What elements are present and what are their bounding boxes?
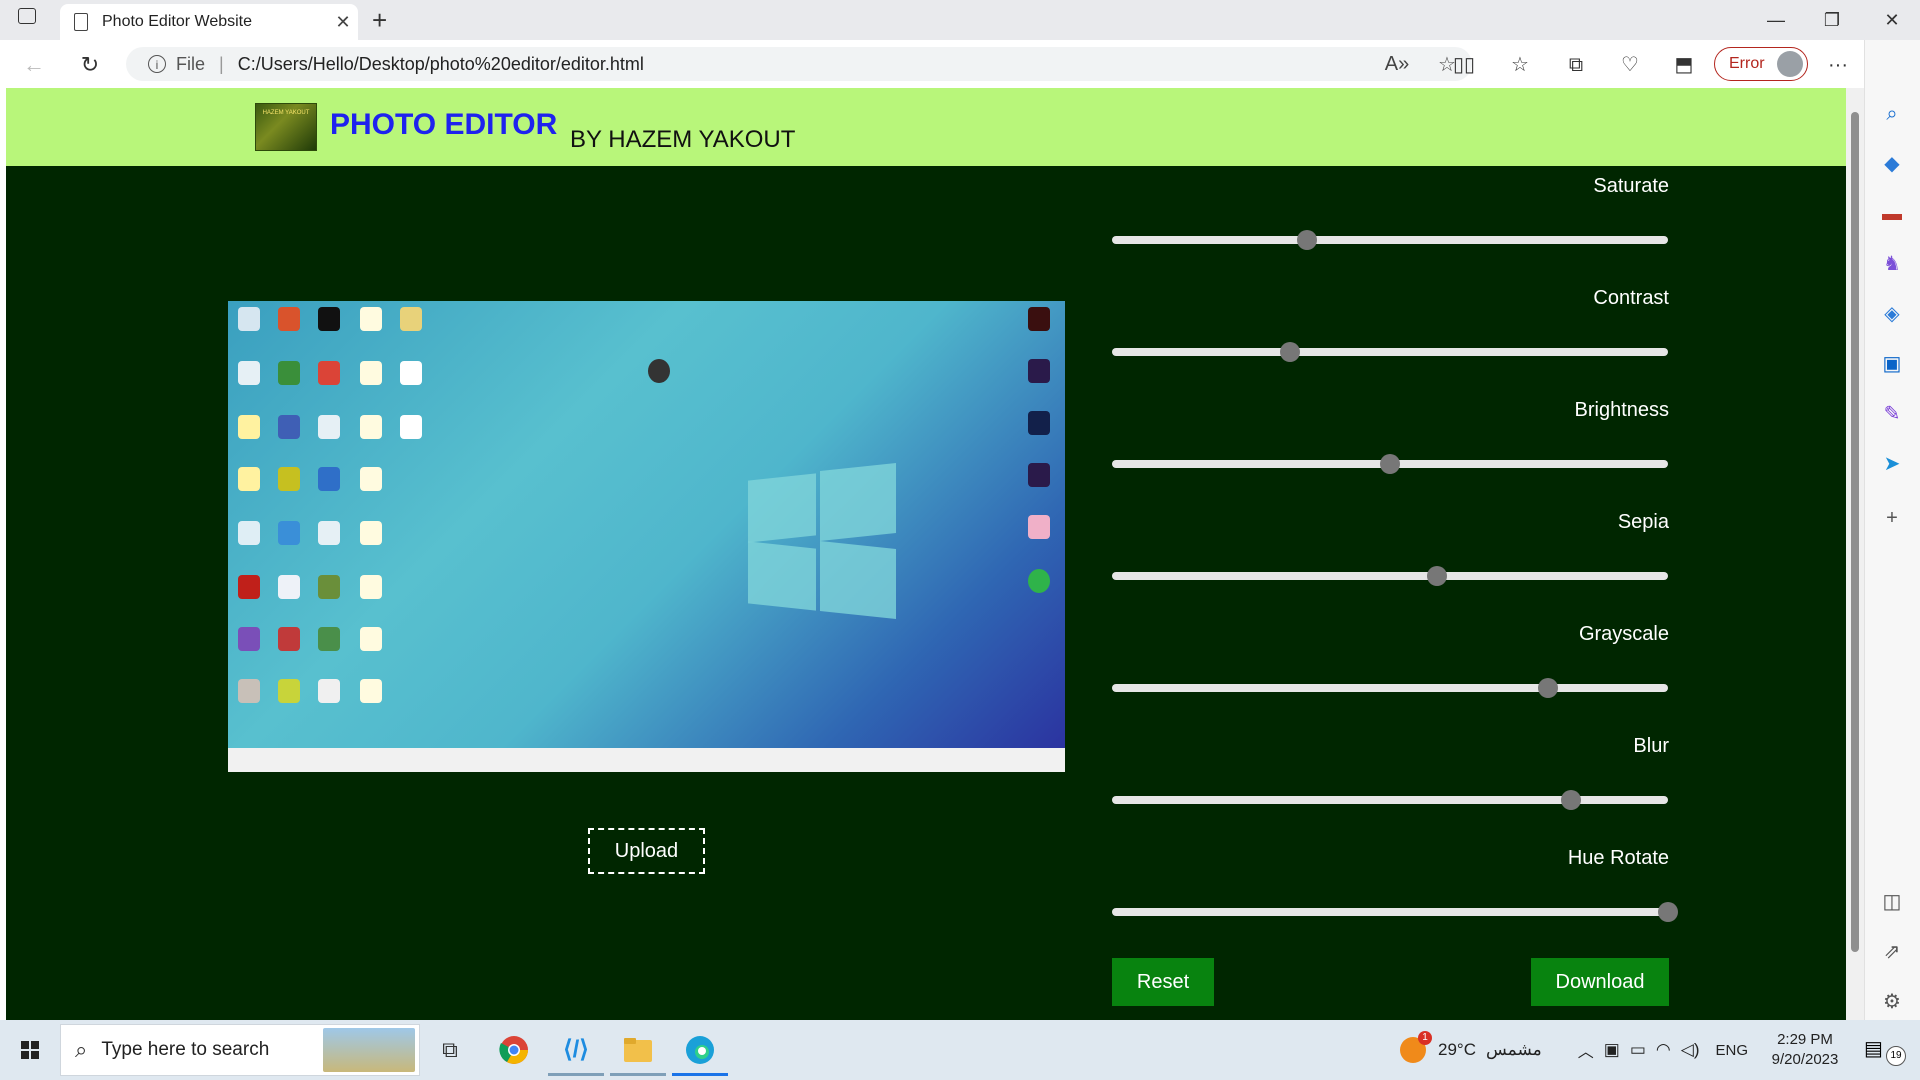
designer-icon[interactable]: ✎ — [1876, 398, 1908, 430]
address-bar[interactable]: i File | C:/Users/Hello/Desktop/photo%20… — [126, 47, 1472, 81]
page-scrollbar[interactable] — [1846, 88, 1864, 1020]
clock-time: 2:29 PM — [1777, 1031, 1833, 1048]
wifi-icon[interactable]: ◠ — [1656, 1040, 1671, 1060]
byline: BY HAZEM YAKOUT — [570, 126, 796, 153]
more-menu-icon[interactable]: ··· — [1820, 49, 1856, 81]
filter-slider-thumb[interactable] — [1380, 454, 1400, 474]
filter-slider-track[interactable] — [1112, 454, 1668, 474]
filter-label: Contrast — [1593, 287, 1669, 309]
edge-icon[interactable] — [672, 1030, 728, 1076]
filter-slider-track[interactable] — [1112, 566, 1668, 586]
close-window-icon[interactable]: ✕ — [1864, 2, 1920, 38]
add-icon[interactable]: + — [1876, 502, 1908, 534]
refresh-button[interactable]: ↻ — [74, 49, 106, 81]
reset-button[interactable]: Reset — [1112, 958, 1214, 1006]
weather-badge: 1 — [1418, 1031, 1432, 1045]
download-button[interactable]: Download — [1531, 958, 1669, 1006]
filter-slider-thumb[interactable] — [1279, 342, 1300, 362]
minimize-icon[interactable]: — — [1748, 2, 1804, 38]
battery-icon[interactable]: ▭ — [1630, 1040, 1646, 1060]
url-separator: | — [219, 53, 224, 74]
settings-gear-icon[interactable]: ⚙ — [1876, 986, 1908, 1018]
language-indicator[interactable]: ENG — [1716, 1042, 1749, 1059]
split-screen-icon[interactable]: ▯▯ — [1446, 49, 1482, 81]
clock[interactable]: 2:29 PM 9/20/2023 — [1760, 1030, 1850, 1070]
file-label: File — [176, 53, 206, 74]
tab-actions-icon[interactable] — [18, 8, 36, 24]
notifications-icon[interactable]: ▤ 19 — [1864, 1036, 1908, 1066]
chrome-icon[interactable] — [494, 1030, 534, 1070]
profile-status: Error — [1729, 55, 1765, 72]
filter-label: Grayscale — [1578, 623, 1669, 645]
new-tab-button[interactable]: + — [372, 4, 387, 36]
page-title: PHOTO EDITOR — [330, 108, 558, 141]
filter-slider-thumb[interactable] — [1658, 902, 1678, 922]
tab-title: Photo Editor Website — [102, 13, 253, 30]
taskbar-search[interactable]: ⌕ Type here to search — [60, 1024, 420, 1076]
notification-count: 19 — [1886, 1046, 1906, 1066]
filter-label: Hue Rotate — [1567, 847, 1669, 869]
filter-slider-track[interactable] — [1112, 902, 1678, 922]
open-external-icon[interactable]: ⇗ — [1876, 936, 1908, 968]
close-tab-icon[interactable]: ✕ — [328, 12, 358, 33]
filter-label: Blur — [1633, 735, 1669, 757]
scrollbar-thumb[interactable] — [1851, 112, 1859, 952]
search-placeholder: Type here to search — [101, 1039, 270, 1060]
restore-icon[interactable]: ❐ — [1804, 2, 1860, 38]
weather-icon[interactable]: 1 — [1400, 1031, 1432, 1063]
collections-icon[interactable]: ⧉ — [1558, 49, 1594, 81]
performance-icon[interactable]: ♡ — [1612, 49, 1648, 81]
read-aloud-icon[interactable]: A» — [1372, 53, 1422, 76]
filter-slider-track[interactable] — [1112, 230, 1668, 250]
search-highlight-image — [323, 1028, 415, 1072]
weather-text: مشمس — [1485, 1040, 1542, 1059]
search-icon[interactable]: ⌕ — [1876, 98, 1908, 130]
games-icon[interactable]: ♞ — [1876, 248, 1908, 280]
profile-error-button[interactable]: Error — [1714, 47, 1808, 81]
send-icon[interactable]: ➤ — [1876, 448, 1908, 480]
file-explorer-icon[interactable] — [610, 1030, 666, 1076]
task-view-icon[interactable]: ⧉ — [430, 1030, 470, 1070]
back-button[interactable]: ← — [18, 49, 50, 81]
clock-date: 9/20/2023 — [1771, 1051, 1839, 1068]
page-icon — [74, 13, 88, 31]
filter-slider-thumb[interactable] — [1560, 790, 1581, 810]
filter-slider-track[interactable] — [1112, 790, 1668, 810]
windows-start-icon[interactable] — [12, 1032, 48, 1068]
system-tray: 1 29°C مشمس ︿ ▣ ▭ ◠ ◁) ENG — [1400, 1020, 1748, 1080]
shopping-icon[interactable]: ◆ — [1876, 148, 1908, 180]
search-icon: ⌕ — [75, 1037, 88, 1062]
avatar — [1777, 51, 1803, 77]
microsoft-365-icon[interactable]: ◈ — [1876, 298, 1908, 330]
filter-slider-track[interactable] — [1112, 342, 1668, 362]
info-icon[interactable]: i — [148, 55, 166, 73]
chevron-up-icon[interactable]: ︿ — [1578, 1038, 1594, 1062]
upload-button[interactable]: Upload — [588, 828, 705, 874]
url-text[interactable]: C:/Users/Hello/Desktop/photo%20editor/ed… — [238, 54, 1372, 75]
logo: HAZEM YAKOUT — [255, 103, 317, 151]
sidebar-panel-icon[interactable]: ◫ — [1876, 886, 1908, 918]
vscode-icon[interactable]: ⟨/⟩ — [548, 1030, 604, 1076]
filter-label: Sepia — [1617, 511, 1669, 533]
temperature: 29°C — [1438, 1040, 1476, 1059]
filter-slider-thumb[interactable] — [1296, 230, 1317, 250]
photo-preview — [228, 301, 1065, 772]
filter-label: Saturate — [1593, 175, 1669, 197]
tools-icon[interactable]: ▬ — [1876, 198, 1908, 230]
favorites-icon[interactable]: ☆ — [1502, 49, 1538, 81]
volume-icon[interactable]: ◁) — [1681, 1040, 1700, 1060]
filter-label: Brightness — [1574, 399, 1670, 421]
screenshot-icon[interactable]: ⬒ — [1666, 49, 1702, 81]
defender-icon[interactable]: ▣ — [1604, 1040, 1620, 1060]
filter-slider-track[interactable] — [1112, 678, 1668, 698]
outlook-icon[interactable]: ▣ — [1876, 348, 1908, 380]
tab-photo-editor[interactable]: Photo Editor Website ✕ — [60, 4, 358, 40]
